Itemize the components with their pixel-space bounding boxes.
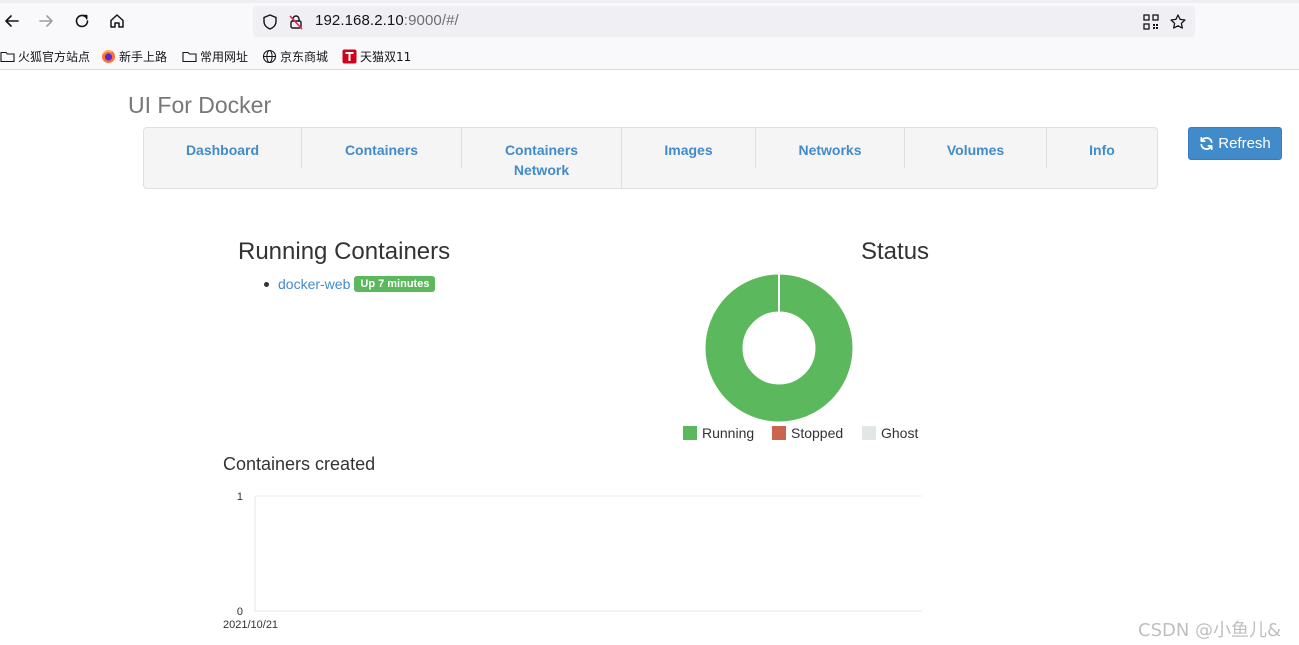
app-title: UI For Docker xyxy=(128,92,272,118)
bookmark-label: 京东商城 xyxy=(280,49,329,64)
status-title: Status xyxy=(861,238,930,265)
url-host: 192.168.2.10 xyxy=(315,12,404,29)
status-badge: Up 7 minutes xyxy=(354,276,436,292)
folder-icon xyxy=(0,49,15,64)
bookmark-item[interactable]: 京东商城 xyxy=(262,47,328,65)
watermark: CSDN @小鱼儿& xyxy=(1138,620,1282,641)
refresh-button[interactable]: Refresh xyxy=(1188,127,1282,160)
url-bar[interactable]: 192.168.2.10:9000/#/ xyxy=(253,6,1195,37)
toolbar-divider xyxy=(0,0,1299,3)
legend-swatch xyxy=(862,426,876,440)
legend-running: Running xyxy=(683,425,754,441)
qr-code-icon[interactable] xyxy=(1142,13,1160,31)
bookmark-label: 新手上路 xyxy=(119,49,168,64)
nav-volumes[interactable]: Volumes xyxy=(905,128,1046,188)
container-link[interactable]: docker-web xyxy=(278,276,350,292)
browser-toolbar: 192.168.2.10:9000/#/ xyxy=(0,0,1299,42)
insecure-lock-icon[interactable] xyxy=(287,13,305,31)
list-item: docker-web Up 7 minutes xyxy=(264,276,436,292)
nav-dashboard[interactable]: Dashboard xyxy=(144,128,301,188)
nav-info[interactable]: Info xyxy=(1047,128,1157,188)
nav-containers[interactable]: Containers xyxy=(302,128,461,188)
refresh-label: Refresh xyxy=(1218,135,1271,152)
bookmark-item[interactable]: 新手上路 xyxy=(101,47,167,65)
containers-created-chart: 1 02021/10/21 xyxy=(223,491,922,631)
bookmark-item[interactable]: 常用网址 xyxy=(182,47,248,65)
nav-images[interactable]: Images xyxy=(622,128,755,188)
running-containers-list: docker-web Up 7 minutes xyxy=(264,276,436,292)
nav-containers-network[interactable]: Containers Network xyxy=(462,128,621,188)
back-button[interactable] xyxy=(0,9,24,33)
refresh-icon xyxy=(1200,136,1213,151)
legend-stopped: Stopped xyxy=(772,425,843,441)
nav-networks[interactable]: Networks xyxy=(756,128,904,188)
url-text[interactable]: 192.168.2.10:9000/#/ xyxy=(315,12,459,29)
bookmark-label: 常用网址 xyxy=(200,49,249,64)
y-tick-label: 1 xyxy=(237,491,243,503)
legend-swatch xyxy=(683,426,697,440)
x-tick-label: 2021/10/21 xyxy=(223,619,278,631)
home-button[interactable] xyxy=(105,9,129,33)
bookmark-label: 天猫双11 xyxy=(360,49,412,64)
legend-label: Ghost xyxy=(881,425,919,441)
bullet xyxy=(264,281,269,287)
main-navbar: Dashboard Containers Containers Network … xyxy=(143,127,1158,189)
containers-created-title: Containers created xyxy=(223,454,376,474)
forward-arrow-icon xyxy=(39,15,53,27)
legend-ghost: Ghost xyxy=(862,425,918,441)
forward-button[interactable] xyxy=(34,9,58,33)
status-donut-chart xyxy=(705,274,853,422)
firefox-icon xyxy=(101,49,116,64)
running-containers-title: Running Containers xyxy=(238,238,451,265)
home-icon xyxy=(110,14,124,28)
bookmark-item[interactable]: 天猫双11 xyxy=(342,47,411,65)
reload-button[interactable] xyxy=(70,9,94,33)
bookmarks-bar: 火狐官方站点 新手上路 常用网址 京东商城 天猫双11 xyxy=(0,42,1299,70)
reload-icon xyxy=(75,14,89,28)
folder-icon xyxy=(182,49,197,64)
legend-label: Running xyxy=(702,425,755,441)
url-path: :9000/#/ xyxy=(403,12,459,29)
shield-icon[interactable] xyxy=(261,13,279,31)
bookmark-item[interactable]: 火狐官方站点 xyxy=(0,47,90,65)
bookmark-star-icon[interactable] xyxy=(1169,13,1187,31)
legend-swatch xyxy=(772,426,786,440)
legend-label: Stopped xyxy=(791,425,844,441)
y-tick-label: 0 xyxy=(237,606,243,618)
globe-icon xyxy=(262,49,277,64)
tmall-icon xyxy=(342,49,357,64)
nav-containers-network-label: Containers Network xyxy=(504,142,579,178)
back-arrow-icon xyxy=(5,15,19,27)
bookmark-label: 火狐官方站点 xyxy=(18,49,91,64)
